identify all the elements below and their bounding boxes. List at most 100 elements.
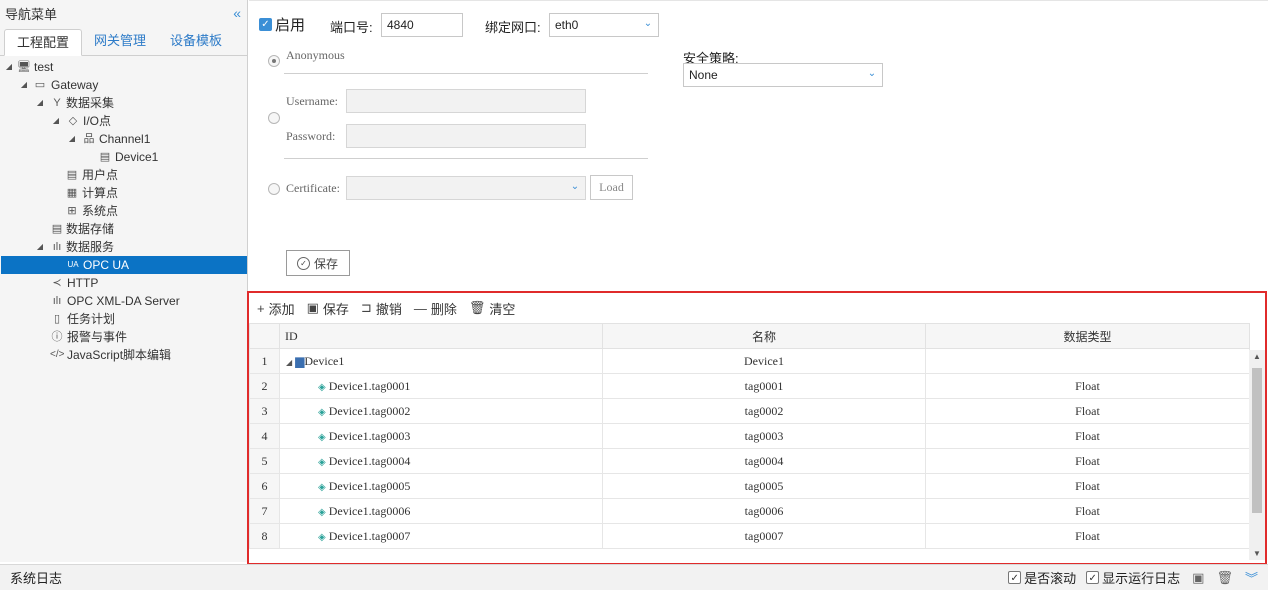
branch-icon: Y: [53, 97, 61, 109]
save-log-icon[interactable]: ▣: [1192, 570, 1204, 586]
tree-node-javascript-editor[interactable]: </> JavaScript脚本编辑: [0, 346, 247, 364]
autoscroll-checkbox[interactable]: ✓: [1008, 571, 1022, 584]
scroll-up-icon[interactable]: ▲: [1249, 352, 1265, 361]
tree-node-data-services[interactable]: ◢ ılı 数据服务: [0, 238, 247, 256]
tab-device-templates[interactable]: 设备模板: [158, 28, 234, 55]
tree-node-test[interactable]: ◢ 🖥 test: [0, 58, 247, 76]
table-row[interactable]: 3 ◈ Device1.tag0002 tag0002 Float: [249, 398, 1250, 424]
expand-arrow-icon[interactable]: ◢: [35, 238, 45, 256]
enable-toggle[interactable]: ✓ 启用: [259, 14, 305, 35]
table-row[interactable]: 8 ◈ Device1.tag0007 tag0007 Float: [249, 523, 1250, 549]
grid-scrollbar[interactable]: ▲ ▼: [1249, 350, 1265, 560]
expand-arrow-icon[interactable]: ◢: [51, 112, 61, 130]
tree-node-calc-points[interactable]: ▦ 计算点: [0, 184, 247, 202]
computer-icon: ▭: [34, 79, 46, 91]
username-input[interactable]: [346, 89, 586, 113]
anonymous-radio[interactable]: [268, 55, 280, 67]
tree-node-task-plan[interactable]: ▯ 任务计划: [0, 310, 247, 328]
expand-arrow-icon[interactable]: ◢: [35, 94, 45, 112]
expand-arrow-icon[interactable]: ◢: [67, 130, 77, 148]
tree-node-channel1[interactable]: ◢ 品 Channel1: [0, 130, 247, 148]
bind-interface-select[interactable]: eth0 ⌄: [549, 13, 659, 37]
tag-node-icon: ◈: [318, 481, 326, 493]
code-icon: </>: [50, 349, 65, 360]
userpass-radio[interactable]: [268, 112, 280, 124]
tree-node-io-points[interactable]: ◢ ◇ I/O点: [0, 112, 247, 130]
enable-checkbox[interactable]: ✓: [259, 18, 272, 31]
double-chevron-down-icon[interactable]: ︾: [1245, 568, 1258, 587]
tag-node-icon: ◈: [318, 506, 326, 518]
password-label: Password:: [286, 129, 336, 143]
tag-node-icon: ◈: [318, 381, 326, 393]
table-row[interactable]: 5 ◈ Device1.tag0004 tag0004 Float: [249, 448, 1250, 474]
tree-node-http[interactable]: ≺ HTTP: [0, 274, 247, 292]
chevron-down-icon: ⌄: [570, 181, 580, 192]
status-controls: ✓ 是否滚动 ✓ 显示运行日志 ▣ 🗑 ︾: [998, 568, 1258, 587]
save-button[interactable]: ▣ 保存: [307, 299, 349, 318]
undo-button[interactable]: ⊐ 撤销: [361, 299, 402, 318]
system-log-bar: 系统日志 ✓ 是否滚动 ✓ 显示运行日志 ▣ 🗑 ︾: [0, 564, 1268, 590]
tree-node-device1[interactable]: ▤ Device1: [0, 148, 247, 166]
node-grid-panel: + 添加 ▣ 保存 ⊐ 撤销 — 删除 🗑 清空 ID 名称 数据类型 1 ◢ ▆Devi…: [247, 291, 1267, 565]
table-row[interactable]: 6 ◈ Device1.tag0005 tag0005 Float: [249, 473, 1250, 499]
clear-button[interactable]: 🗑 清空: [469, 299, 516, 318]
scroll-down-icon[interactable]: ▼: [1249, 549, 1265, 558]
expand-arrow-icon[interactable]: ◢: [19, 76, 29, 94]
collapse-arrow-icon[interactable]: ◢: [286, 358, 292, 367]
security-policy-select[interactable]: None ⌄: [683, 63, 883, 87]
chevron-down-icon: ⌄: [867, 68, 877, 79]
table-row[interactable]: 1 ◢ ▆Device1 Device1: [249, 348, 1250, 374]
divider: [284, 158, 648, 159]
bind-interface-label: 绑定网口:: [485, 20, 541, 35]
load-button[interactable]: Load: [590, 175, 633, 200]
tree-node-opc-xml-da[interactable]: ılı OPC XML-DA Server: [0, 292, 247, 310]
add-button[interactable]: + 添加: [257, 299, 295, 318]
navigation-sidebar: 导航菜单 « 工程配置 网关管理 设备模板 ◢ 🖥 test ◢ ▭ Gatew…: [0, 0, 248, 562]
grid-icon: ⊞: [67, 205, 77, 217]
alert-circle-icon: ⓘ: [51, 331, 63, 343]
tree-node-alarms-events[interactable]: ⓘ 报警与事件: [0, 328, 247, 346]
password-input[interactable]: [346, 124, 586, 148]
system-log-title: 系统日志: [10, 571, 63, 586]
tab-project-config[interactable]: 工程配置: [4, 29, 83, 56]
table-row[interactable]: 4 ◈ Device1.tag0003 tag0003 Float: [249, 423, 1250, 449]
trash-icon: 🗑: [468, 300, 486, 315]
sidebar-header: 导航菜单 «: [0, 0, 247, 26]
table-row[interactable]: 7 ◈ Device1.tag0006 tag0006 Float: [249, 498, 1250, 524]
tree-node-data-collection[interactable]: ◢ Y 数据采集: [0, 94, 247, 112]
certificate-label: Certificate:: [286, 181, 340, 195]
grid-toolbar: + 添加 ▣ 保存 ⊐ 撤销 — 删除 🗑 清空: [249, 293, 1265, 323]
calculator-icon: ▦: [66, 187, 78, 199]
tree-node-data-storage[interactable]: ▤ 数据存储: [0, 220, 247, 238]
column-header-type[interactable]: 数据类型: [925, 323, 1250, 349]
table-row[interactable]: 2 ◈ Device1.tag0001 tag0001 Float: [249, 373, 1250, 399]
tree-node-system-points[interactable]: ⊞ 系统点: [0, 202, 247, 220]
minus-icon: —: [413, 300, 427, 316]
tree-node-opc-ua[interactable]: UA OPC UA: [1, 256, 247, 274]
save-icon: ▣: [306, 300, 319, 315]
column-header-id[interactable]: ID: [279, 323, 603, 349]
certificate-select[interactable]: ⌄: [346, 176, 586, 200]
certificate-radio[interactable]: [268, 183, 280, 195]
list-icon: ▤: [66, 169, 78, 181]
share-icon: ≺: [52, 277, 62, 289]
trash-icon[interactable]: 🗑: [1216, 570, 1233, 586]
node-table: ID 名称 数据类型 1 ◢ ▆Device1 Device1 2 ◈ Devi…: [249, 323, 1250, 549]
delete-button[interactable]: — 删除: [414, 299, 457, 318]
tab-gateway-management[interactable]: 网关管理: [82, 28, 158, 55]
expand-arrow-icon[interactable]: ◢: [4, 58, 14, 76]
tree-node-gateway[interactable]: ◢ ▭ Gateway: [0, 76, 247, 94]
autoscroll-toggle[interactable]: ✓ 是否滚动: [1008, 568, 1076, 587]
tree-node-user-points[interactable]: ▤ 用户点: [0, 166, 247, 184]
divider: [284, 73, 648, 74]
scroll-thumb[interactable]: [1252, 368, 1262, 513]
double-chevron-left-icon[interactable]: «: [233, 5, 241, 21]
plus-icon: +: [257, 300, 265, 316]
show-log-toggle[interactable]: ✓ 显示运行日志: [1086, 568, 1180, 587]
save-settings-button[interactable]: ✓ 保存: [286, 250, 350, 276]
chart-icon: ılı: [52, 241, 62, 253]
port-input[interactable]: 4840: [381, 13, 463, 37]
document-icon: ▯: [53, 313, 61, 325]
column-header-name[interactable]: 名称: [602, 323, 926, 349]
show-log-checkbox[interactable]: ✓: [1086, 571, 1100, 584]
